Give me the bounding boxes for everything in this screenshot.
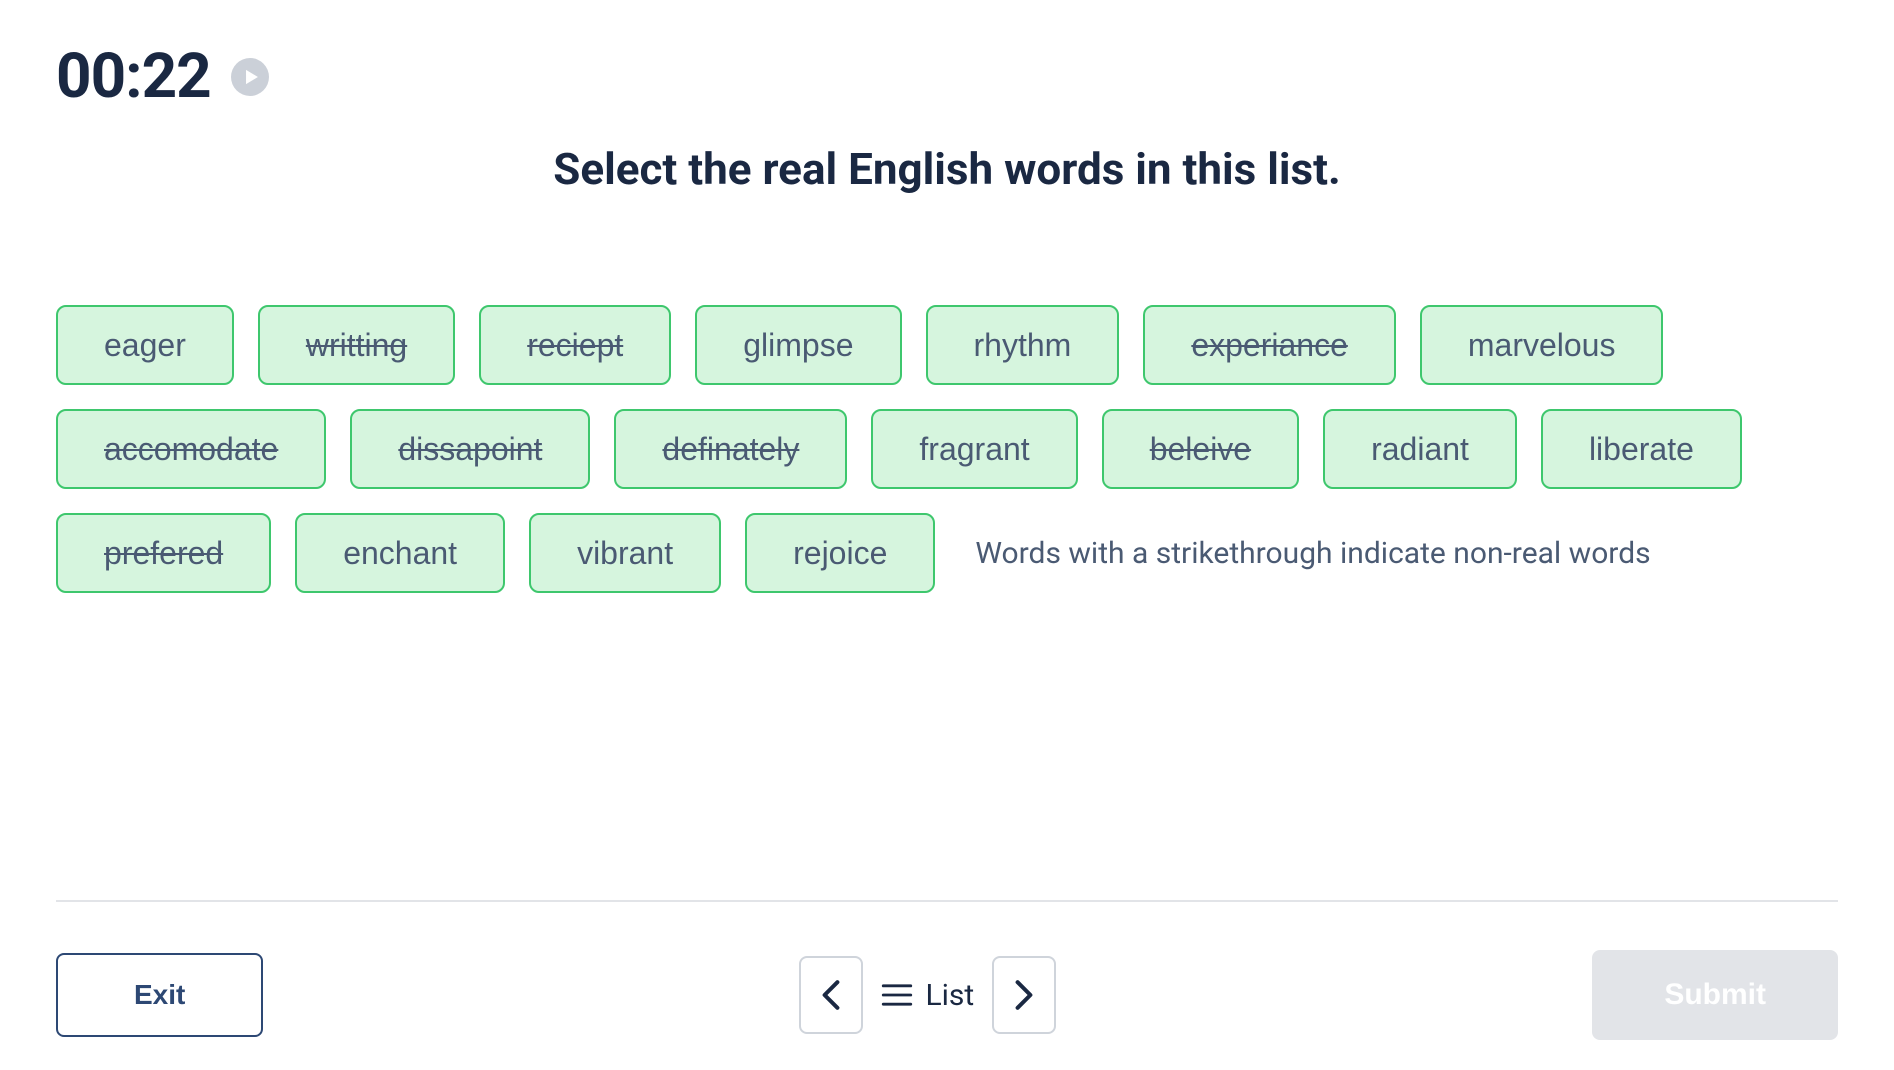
word-option[interactable]: marvelous [1420, 305, 1664, 385]
divider [56, 900, 1838, 902]
word-option[interactable]: definately [614, 409, 847, 489]
word-option[interactable]: rejoice [745, 513, 935, 593]
play-icon[interactable] [231, 58, 269, 96]
quiz-container: 00:22 Select the real English words in t… [0, 0, 1894, 1070]
exit-button[interactable]: Exit [56, 953, 263, 1037]
words-area: eager writting reciept glimpse rhythm experia… [56, 305, 1838, 593]
hint-text: Words with a strikethrough indicate non-… [975, 536, 1650, 571]
word-option[interactable]: accomodate [56, 409, 326, 489]
word-option[interactable]: rhythm [926, 305, 1120, 385]
list-button[interactable]: List [881, 978, 974, 1013]
word-option[interactable]: prefered [56, 513, 271, 593]
instruction-text: Select the real English words in this li… [56, 143, 1838, 195]
word-option[interactable]: vibrant [529, 513, 721, 593]
prev-button[interactable] [799, 956, 863, 1034]
footer-row: Exit List [56, 950, 1838, 1040]
word-option[interactable]: fragrant [871, 409, 1077, 489]
list-label: List [925, 978, 974, 1013]
timer-value: 00:22 [56, 40, 211, 113]
word-option[interactable]: radiant [1323, 409, 1517, 489]
nav-center: List [799, 956, 1056, 1034]
word-option[interactable]: reciept [479, 305, 671, 385]
word-option[interactable]: glimpse [695, 305, 901, 385]
word-option[interactable]: liberate [1541, 409, 1742, 489]
next-button[interactable] [992, 956, 1056, 1034]
list-icon [881, 982, 913, 1008]
word-option[interactable]: eager [56, 305, 234, 385]
word-option[interactable]: dissapoint [350, 409, 590, 489]
word-option[interactable]: writting [258, 305, 455, 385]
timer-row: 00:22 [56, 40, 1838, 113]
word-option[interactable]: beleive [1102, 409, 1299, 489]
submit-button[interactable]: Submit [1592, 950, 1838, 1040]
word-option[interactable]: experiance [1143, 305, 1396, 385]
word-option[interactable]: enchant [295, 513, 505, 593]
footer: Exit List [0, 900, 1894, 1040]
